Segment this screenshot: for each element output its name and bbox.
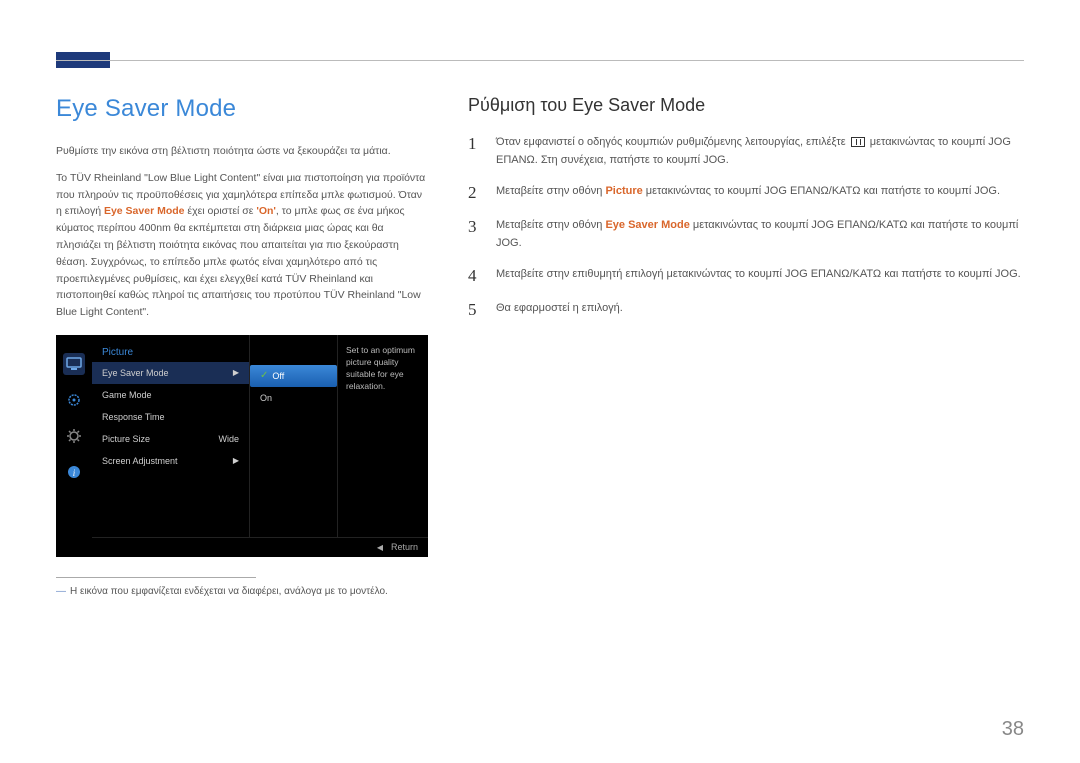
page-content: Eye Saver Mode Ρυθμίστε την εικόνα στη β… <box>56 95 1024 597</box>
step-2: 2 Μεταβείτε στην οθόνη Picture μετακινών… <box>468 183 1024 203</box>
step-text: Μεταβείτε στην επιθυμητή επιλογή μετακιν… <box>496 266 1021 286</box>
footnote: ―Η εικόνα που εμφανίζεται ενδέχεται να δ… <box>56 586 428 597</box>
menu-grid-icon <box>851 137 865 147</box>
menu-item-screen-adjustment[interactable]: Screen Adjustment▶ <box>92 450 249 472</box>
step-number: 2 <box>468 183 482 203</box>
osd-options: ✓Off On <box>250 335 338 537</box>
intro-text: Ρυθμίστε την εικόνα στη βέλτιστη ποιότητ… <box>56 143 428 160</box>
menu-item-picture-size[interactable]: Picture SizeWide <box>92 428 249 450</box>
section-title: Ρύθμιση του Eye Saver Mode <box>468 95 1024 116</box>
step-number: 5 <box>468 300 482 320</box>
menu-item-game-mode[interactable]: Game Mode <box>92 384 249 406</box>
osd-screenshot: i Picture Eye Saver Mode▶ Game Mode Resp… <box>56 335 428 557</box>
check-icon: ✓ <box>260 370 268 381</box>
target-icon[interactable] <box>63 389 85 411</box>
right-column: Ρύθμιση του Eye Saver Mode 1 Όταν εμφανι… <box>468 95 1024 597</box>
return-label[interactable]: Return <box>391 542 418 552</box>
step-text: Όταν εμφανιστεί ο οδηγός κουμπιών ρυθμιζ… <box>496 134 1024 169</box>
osd-help-text: Set to an optimum picture quality suitab… <box>338 335 428 537</box>
gear-icon[interactable] <box>63 425 85 447</box>
step-number: 3 <box>468 217 482 252</box>
osd-menu-header: Picture <box>92 343 249 362</box>
chevron-right-icon: ▶ <box>233 456 239 465</box>
option-on[interactable]: On <box>250 387 337 409</box>
step-text: Θα εφαρμοστεί η επιλογή. <box>496 300 623 320</box>
page-number: 38 <box>1002 718 1024 741</box>
osd-menu: Picture Eye Saver Mode▶ Game Mode Respon… <box>92 335 250 537</box>
step-text: Μεταβείτε στην οθόνη Eye Saver Mode μετα… <box>496 217 1024 252</box>
steps-list: 1 Όταν εμφανιστεί ο οδηγός κουμπιών ρυθμ… <box>468 134 1024 320</box>
step-number: 1 <box>468 134 482 169</box>
description-text: Το TÜV Rheinland "Low Blue Light Content… <box>56 170 428 321</box>
eye-saver-mode-label: Eye Saver Mode <box>605 219 689 231</box>
menu-item-response-time[interactable]: Response Time <box>92 406 249 428</box>
picture-label: Picture <box>605 185 642 197</box>
step-3: 3 Μεταβείτε στην οθόνη Eye Saver Mode με… <box>468 217 1024 252</box>
monitor-icon[interactable] <box>63 353 85 375</box>
osd-body: Picture Eye Saver Mode▶ Game Mode Respon… <box>92 335 428 537</box>
nav-left-icon[interactable]: ◀ <box>377 543 383 552</box>
step-number: 4 <box>468 266 482 286</box>
info-icon[interactable]: i <box>63 461 85 483</box>
step-text: Μεταβείτε στην οθόνη Picture μετακινώντα… <box>496 183 1000 203</box>
step-1: 1 Όταν εμφανιστεί ο οδηγός κουμπιών ρυθμ… <box>468 134 1024 169</box>
left-column: Eye Saver Mode Ρυθμίστε την εικόνα στη β… <box>56 95 428 597</box>
osd-footer: ◀ Return <box>92 537 428 557</box>
step-5: 5 Θα εφαρμοστεί η επιλογή. <box>468 300 1024 320</box>
menu-item-eye-saver[interactable]: Eye Saver Mode▶ <box>92 362 249 384</box>
eye-saver-mode-label: Eye Saver Mode <box>104 205 185 217</box>
osd-sidebar: i <box>56 335 92 557</box>
page-title: Eye Saver Mode <box>56 95 428 123</box>
option-off[interactable]: ✓Off <box>250 365 337 387</box>
header-rule <box>56 60 1024 61</box>
on-label: 'On' <box>256 205 276 217</box>
footnote-separator <box>56 577 256 578</box>
step-4: 4 Μεταβείτε στην επιθυμητή επιλογή μετακ… <box>468 266 1024 286</box>
chevron-right-icon: ▶ <box>233 368 239 377</box>
